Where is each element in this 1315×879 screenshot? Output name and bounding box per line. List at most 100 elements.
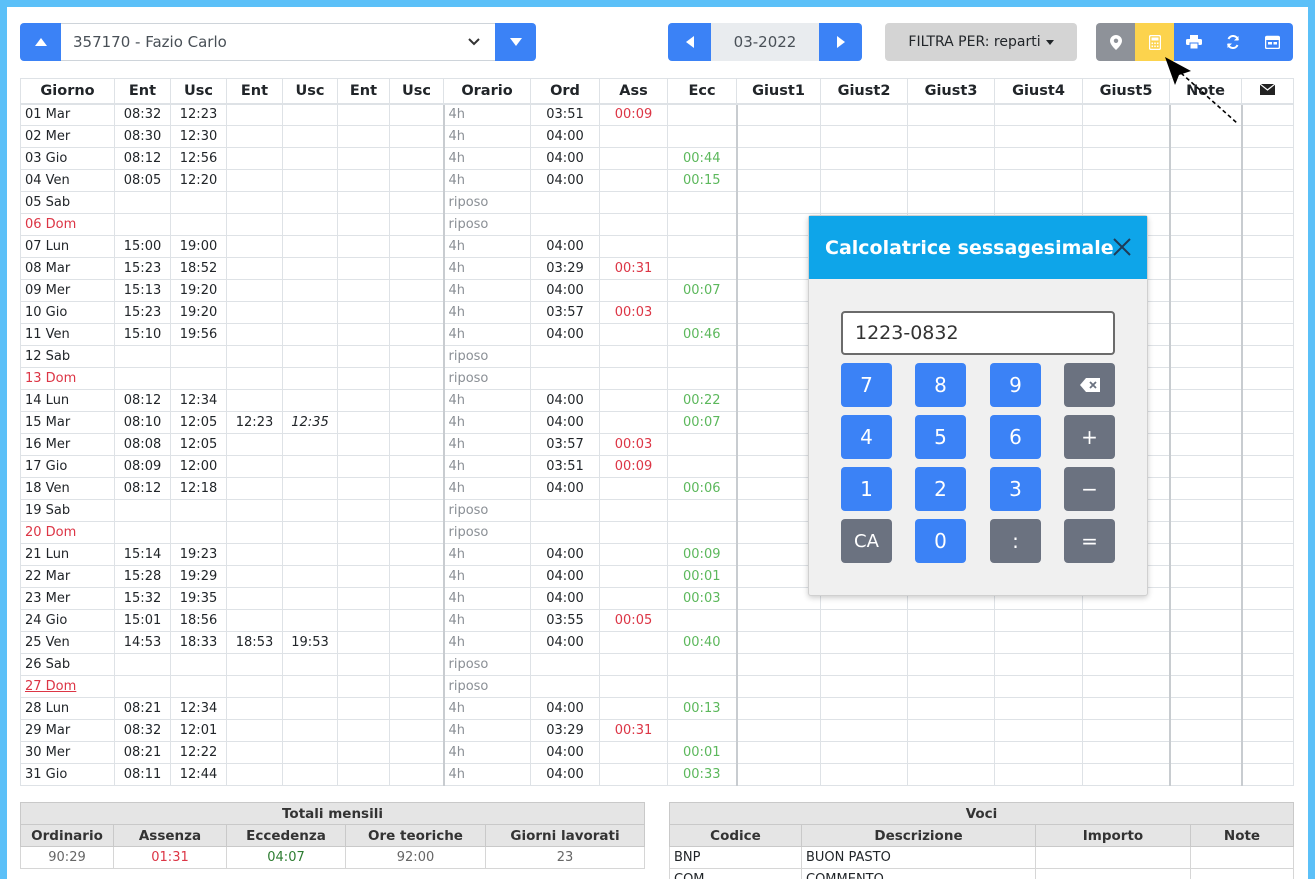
ent-1-cell[interactable]: 15:00 bbox=[114, 235, 171, 258]
ent-3-cell[interactable] bbox=[337, 301, 390, 324]
message-cell[interactable] bbox=[1241, 433, 1294, 456]
giust5-cell[interactable] bbox=[1082, 609, 1170, 632]
usc-3-cell[interactable] bbox=[389, 367, 444, 390]
ent-2-cell[interactable] bbox=[226, 653, 283, 676]
ent-3-cell[interactable] bbox=[337, 763, 390, 786]
ent-1-cell[interactable] bbox=[114, 191, 171, 214]
giust5-cell[interactable] bbox=[1082, 741, 1170, 764]
message-cell[interactable] bbox=[1241, 169, 1294, 192]
close-icon[interactable] bbox=[1111, 236, 1133, 258]
ent-1-cell[interactable]: 15:01 bbox=[114, 609, 171, 632]
usc-1-cell[interactable]: 12:34 bbox=[170, 389, 227, 412]
usc-1-cell[interactable]: 12:30 bbox=[170, 125, 227, 148]
giust3-cell[interactable] bbox=[907, 609, 995, 632]
note-cell[interactable] bbox=[1168, 719, 1243, 742]
ent-3-cell[interactable] bbox=[337, 367, 390, 390]
usc-3-cell[interactable] bbox=[389, 543, 444, 566]
ent-2-cell[interactable] bbox=[226, 191, 283, 214]
usc-2-cell[interactable] bbox=[282, 169, 338, 192]
giust5-cell[interactable] bbox=[1082, 675, 1170, 698]
giust5-cell[interactable] bbox=[1082, 191, 1170, 214]
ent-3-cell[interactable] bbox=[337, 103, 390, 126]
note-cell[interactable] bbox=[1168, 323, 1243, 346]
ent-3-cell[interactable] bbox=[337, 411, 390, 434]
usc-1-cell[interactable] bbox=[170, 367, 227, 390]
giust1-cell[interactable] bbox=[736, 609, 821, 632]
ent-2-cell[interactable] bbox=[226, 235, 283, 258]
usc-1-cell[interactable]: 19:23 bbox=[170, 543, 227, 566]
giust5-cell[interactable] bbox=[1082, 147, 1170, 170]
message-cell[interactable] bbox=[1241, 719, 1294, 742]
note-cell[interactable] bbox=[1168, 301, 1243, 324]
usc-3-cell[interactable] bbox=[389, 455, 444, 478]
usc-1-cell[interactable]: 19:00 bbox=[170, 235, 227, 258]
calculator-display[interactable]: 1223-0832 bbox=[841, 311, 1115, 355]
giust4-cell[interactable] bbox=[994, 653, 1083, 676]
message-cell[interactable] bbox=[1241, 147, 1294, 170]
col-header-message[interactable] bbox=[1241, 78, 1294, 105]
usc-2-cell[interactable] bbox=[282, 279, 338, 302]
calc-key-equals[interactable]: = bbox=[1064, 519, 1115, 563]
voci-note[interactable] bbox=[1190, 846, 1294, 869]
ent-3-cell[interactable] bbox=[337, 653, 390, 676]
ent-3-cell[interactable] bbox=[337, 433, 390, 456]
ent-2-cell[interactable] bbox=[226, 499, 283, 522]
message-cell[interactable] bbox=[1241, 741, 1294, 764]
calc-key-backspace[interactable] bbox=[1064, 363, 1115, 407]
note-cell[interactable] bbox=[1168, 477, 1243, 500]
message-cell[interactable] bbox=[1241, 191, 1294, 214]
giust1-cell[interactable] bbox=[736, 631, 821, 654]
ent-3-cell[interactable] bbox=[337, 235, 390, 258]
ent-3-cell[interactable] bbox=[337, 323, 390, 346]
previous-employee-button[interactable] bbox=[20, 23, 61, 61]
ent-2-cell[interactable] bbox=[226, 587, 283, 610]
message-cell[interactable] bbox=[1241, 675, 1294, 698]
note-cell[interactable] bbox=[1168, 763, 1243, 786]
usc-2-cell[interactable] bbox=[282, 609, 338, 632]
giust5-cell[interactable] bbox=[1082, 103, 1170, 126]
ent-2-cell[interactable] bbox=[226, 477, 283, 500]
usc-1-cell[interactable]: 18:52 bbox=[170, 257, 227, 280]
next-employee-button[interactable] bbox=[495, 23, 536, 61]
giust1-cell[interactable] bbox=[736, 125, 821, 148]
giust3-cell[interactable] bbox=[907, 719, 995, 742]
usc-3-cell[interactable] bbox=[389, 323, 444, 346]
usc-3-cell[interactable] bbox=[389, 235, 444, 258]
usc-2-cell[interactable] bbox=[282, 741, 338, 764]
ent-1-cell[interactable]: 15:14 bbox=[114, 543, 171, 566]
usc-1-cell[interactable]: 19:35 bbox=[170, 587, 227, 610]
giust2-cell[interactable] bbox=[820, 719, 908, 742]
usc-2-cell[interactable] bbox=[282, 301, 338, 324]
giust4-cell[interactable] bbox=[994, 675, 1083, 698]
usc-3-cell[interactable] bbox=[389, 521, 444, 544]
ent-3-cell[interactable] bbox=[337, 631, 390, 654]
usc-3-cell[interactable] bbox=[389, 697, 444, 720]
usc-2-cell[interactable] bbox=[282, 147, 338, 170]
ent-2-cell[interactable] bbox=[226, 323, 283, 346]
ent-2-cell[interactable] bbox=[226, 675, 283, 698]
usc-3-cell[interactable] bbox=[389, 103, 444, 126]
usc-3-cell[interactable] bbox=[389, 191, 444, 214]
ent-2-cell[interactable] bbox=[226, 389, 283, 412]
ent-1-cell[interactable] bbox=[114, 213, 171, 236]
usc-2-cell[interactable] bbox=[282, 697, 338, 720]
calc-key-8[interactable]: 8 bbox=[915, 363, 966, 407]
usc-3-cell[interactable] bbox=[389, 719, 444, 742]
usc-1-cell[interactable]: 19:29 bbox=[170, 565, 227, 588]
ent-1-cell[interactable]: 15:23 bbox=[114, 301, 171, 324]
usc-1-cell[interactable]: 12:05 bbox=[170, 411, 227, 434]
message-cell[interactable] bbox=[1241, 125, 1294, 148]
message-cell[interactable] bbox=[1241, 565, 1294, 588]
giust5-cell[interactable] bbox=[1082, 763, 1170, 786]
giust1-cell[interactable] bbox=[736, 103, 821, 126]
ent-3-cell[interactable] bbox=[337, 675, 390, 698]
note-cell[interactable] bbox=[1168, 125, 1243, 148]
note-cell[interactable] bbox=[1168, 653, 1243, 676]
giust2-cell[interactable] bbox=[820, 675, 908, 698]
giust2-cell[interactable] bbox=[820, 169, 908, 192]
usc-1-cell[interactable]: 12:23 bbox=[170, 103, 227, 126]
note-cell[interactable] bbox=[1168, 147, 1243, 170]
usc-3-cell[interactable] bbox=[389, 301, 444, 324]
giust3-cell[interactable] bbox=[907, 169, 995, 192]
usc-1-cell[interactable]: 12:00 bbox=[170, 455, 227, 478]
